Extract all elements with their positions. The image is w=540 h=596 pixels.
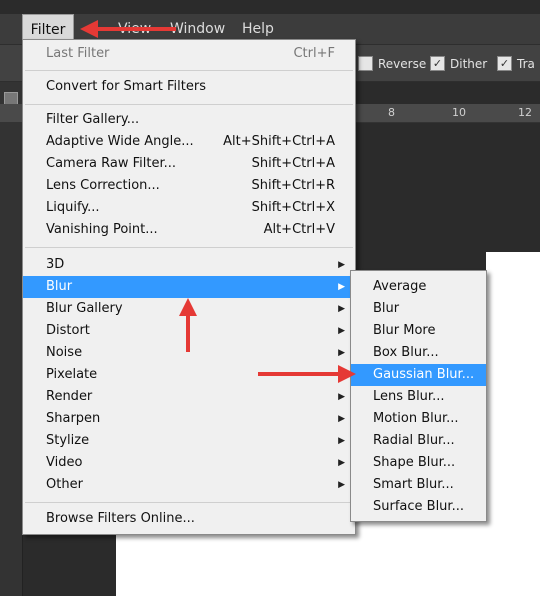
arrow-to-gaussian-blur-icon [258, 365, 356, 383]
arrow-to-filter-menu-icon [80, 20, 176, 38]
annotation-arrows [80, 20, 356, 383]
arrow-to-blur-item-icon [179, 298, 197, 352]
